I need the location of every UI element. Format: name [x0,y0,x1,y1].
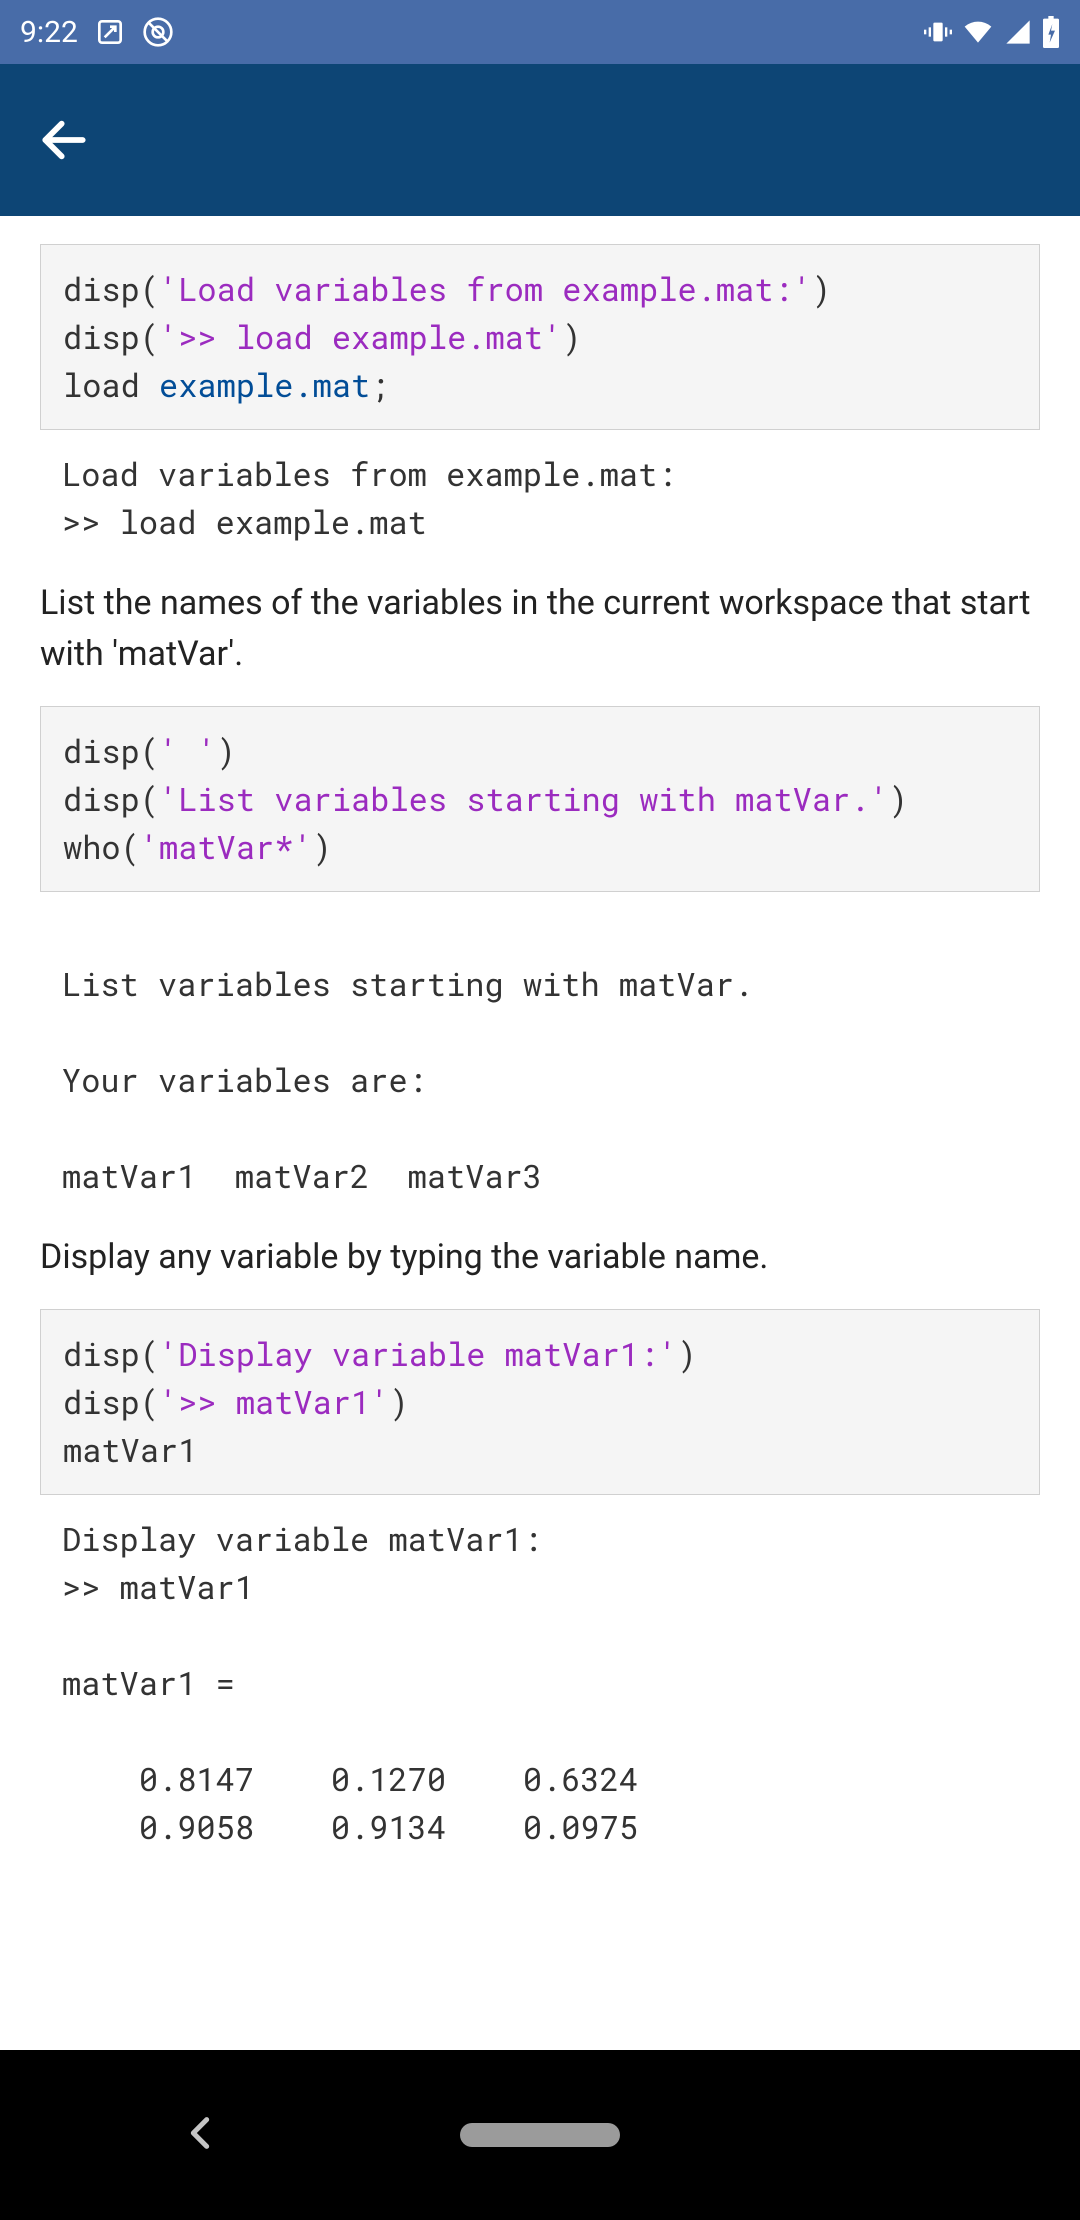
navigation-bar [0,2050,1080,2220]
paragraph-1: List the names of the variables in the c… [40,578,1040,680]
wifi-icon [962,16,994,48]
nav-back-button[interactable] [180,2113,220,2157]
nav-home-pill[interactable] [460,2123,620,2147]
status-bar: 9:22 [0,0,1080,64]
status-time: 9:22 [20,15,78,50]
status-left: 9:22 [20,15,174,50]
code-block-1: disp('Load variables from example.mat:')… [40,244,1040,430]
back-button[interactable] [32,108,96,172]
output-3: Display variable matVar1: >> matVar1 mat… [62,1515,1040,1851]
output-2: List variables starting with matVar. You… [62,912,1040,1200]
code-block-2: disp(' ') disp('List variables starting … [40,706,1040,892]
app-bar [0,64,1080,216]
code-block-3: disp('Display variable matVar1:') disp('… [40,1309,1040,1495]
vibrate-icon [924,18,952,46]
screenshot-icon [94,16,126,48]
status-right [924,16,1060,48]
battery-charging-icon [1042,16,1060,48]
output-1: Load variables from example.mat: >> load… [62,450,1040,546]
paragraph-2: Display any variable by typing the varia… [40,1232,1040,1283]
at-icon [142,16,174,48]
signal-icon [1004,18,1032,46]
content-area[interactable]: disp('Load variables from example.mat:')… [0,216,1080,1921]
